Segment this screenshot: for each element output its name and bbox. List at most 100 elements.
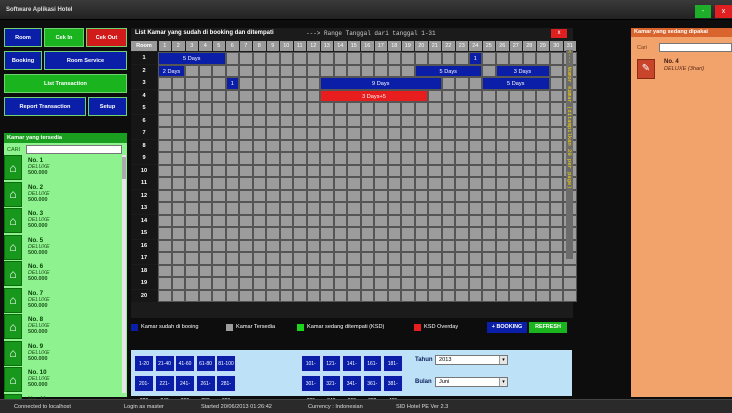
grid-cell[interactable]	[401, 114, 415, 127]
grid-cell[interactable]	[320, 152, 334, 165]
grid-cell[interactable]	[482, 227, 496, 240]
grid-cell[interactable]	[333, 102, 347, 115]
grid-cell[interactable]	[333, 189, 347, 202]
grid-cell[interactable]	[360, 114, 374, 127]
grid-cell[interactable]	[455, 77, 469, 90]
grid-cell[interactable]	[306, 289, 320, 302]
grid-cell[interactable]	[279, 189, 293, 202]
grid-cell[interactable]	[441, 239, 455, 252]
grid-cell[interactable]	[225, 177, 239, 190]
grid-cell[interactable]	[212, 214, 226, 227]
grid-cell[interactable]	[239, 52, 253, 65]
booking-bar[interactable]: 3 Days	[495, 64, 550, 77]
grid-cell[interactable]	[374, 214, 388, 227]
grid-cell[interactable]	[239, 102, 253, 115]
grid-cell[interactable]	[374, 264, 388, 277]
grid-cell[interactable]	[374, 289, 388, 302]
grid-cell[interactable]	[428, 102, 442, 115]
grid-cell[interactable]	[279, 152, 293, 165]
grid-cell[interactable]	[536, 89, 550, 102]
grid-cell[interactable]	[171, 289, 185, 302]
grid-cell[interactable]	[333, 289, 347, 302]
grid-cell[interactable]	[522, 264, 536, 277]
grid-cell[interactable]	[536, 52, 550, 65]
grid-cell[interactable]	[360, 289, 374, 302]
grid-cell[interactable]	[387, 214, 401, 227]
grid-cell[interactable]	[252, 177, 266, 190]
grid-cell[interactable]	[360, 64, 374, 77]
range-button[interactable]: 81-100	[216, 355, 236, 372]
grid-cell[interactable]	[212, 89, 226, 102]
booking-bar[interactable]: 5 Days	[158, 52, 226, 65]
range-button[interactable]: 321-340	[321, 375, 341, 404]
grid-cell[interactable]	[455, 152, 469, 165]
grid-cell[interactable]	[414, 202, 428, 215]
grid-cell[interactable]	[428, 289, 442, 302]
grid-cell[interactable]	[414, 277, 428, 290]
grid-cell[interactable]	[549, 214, 563, 227]
grid-cell[interactable]	[306, 127, 320, 140]
grid-cell[interactable]	[482, 264, 496, 277]
grid-cell[interactable]	[549, 64, 563, 77]
grid-cell[interactable]	[428, 252, 442, 265]
grid-cell[interactable]	[428, 114, 442, 127]
grid-cell[interactable]	[158, 264, 172, 277]
grid-cell[interactable]	[252, 127, 266, 140]
grid-cell[interactable]	[374, 239, 388, 252]
grid-cell[interactable]	[212, 189, 226, 202]
grid-cell[interactable]	[414, 289, 428, 302]
grid-cell[interactable]	[185, 264, 199, 277]
grid-cell[interactable]	[306, 139, 320, 152]
grid-cell[interactable]	[333, 277, 347, 290]
grid-cell[interactable]	[455, 114, 469, 127]
grid-cell[interactable]	[306, 227, 320, 240]
grid-cell[interactable]	[360, 177, 374, 190]
grid-cell[interactable]	[549, 52, 563, 65]
grid-cell[interactable]	[428, 189, 442, 202]
grid-cell[interactable]	[509, 227, 523, 240]
grid-cell[interactable]	[198, 214, 212, 227]
grid-cell[interactable]	[387, 252, 401, 265]
grid-cell[interactable]	[212, 277, 226, 290]
grid-cell[interactable]	[306, 277, 320, 290]
grid-cell[interactable]	[374, 202, 388, 215]
range-button[interactable]: 161-180	[362, 355, 382, 384]
grid-cell[interactable]	[387, 202, 401, 215]
grid-cell[interactable]	[158, 202, 172, 215]
grid-cell[interactable]	[455, 164, 469, 177]
grid-cell[interactable]	[522, 227, 536, 240]
grid-cell[interactable]	[482, 102, 496, 115]
grid-cell[interactable]	[158, 102, 172, 115]
grid-cell[interactable]	[171, 202, 185, 215]
grid-cell[interactable]	[482, 252, 496, 265]
grid-cell[interactable]	[198, 289, 212, 302]
grid-cell[interactable]	[468, 277, 482, 290]
grid-cell[interactable]	[225, 89, 239, 102]
grid-cell[interactable]	[225, 277, 239, 290]
grid-cell[interactable]	[522, 277, 536, 290]
grid-cell[interactable]	[401, 214, 415, 227]
grid-cell[interactable]	[468, 289, 482, 302]
grid-cell[interactable]	[347, 139, 361, 152]
grid-cell[interactable]	[387, 239, 401, 252]
grid-cell[interactable]	[279, 289, 293, 302]
grid-cell[interactable]	[522, 177, 536, 190]
grid-cell[interactable]	[225, 189, 239, 202]
grid-cell[interactable]	[455, 227, 469, 240]
grid-cell[interactable]	[293, 177, 307, 190]
grid-cell[interactable]	[239, 252, 253, 265]
grid-cell[interactable]	[252, 114, 266, 127]
grid-cell[interactable]	[509, 214, 523, 227]
grid-cell[interactable]	[441, 264, 455, 277]
grid-cell[interactable]	[401, 277, 415, 290]
grid-cell[interactable]	[293, 164, 307, 177]
grid-cell[interactable]	[414, 152, 428, 165]
grid-cell[interactable]	[468, 127, 482, 140]
grid-cell[interactable]	[387, 277, 401, 290]
grid-cell[interactable]	[563, 264, 577, 277]
grid-cell[interactable]	[266, 202, 280, 215]
grid-cell[interactable]	[320, 164, 334, 177]
grid-cell[interactable]	[549, 202, 563, 215]
grid-cell[interactable]	[158, 289, 172, 302]
grid-cell[interactable]	[536, 227, 550, 240]
